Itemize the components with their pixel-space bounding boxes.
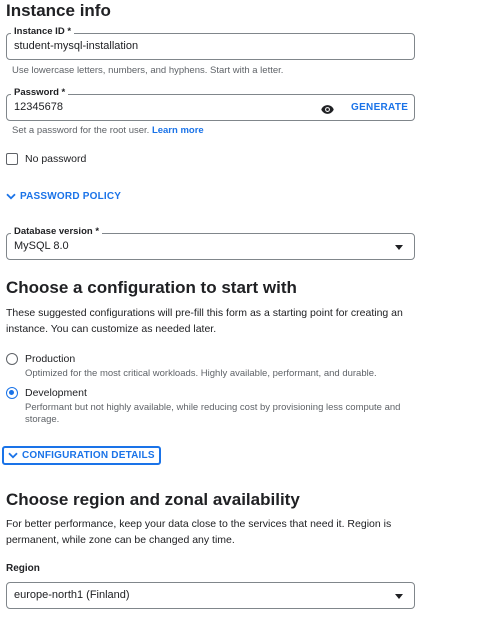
configuration-title: Choose a configuration to start with	[6, 278, 297, 297]
development-description: Performant but not highly available, whi…	[25, 402, 401, 425]
password-policy-expander[interactable]: PASSWORD POLICY	[6, 191, 121, 202]
region-value: europe-north1 (Finland)	[14, 589, 130, 601]
instance-info-title: Instance info	[6, 1, 111, 20]
instance-id-value[interactable]: student-mysql-installation	[14, 40, 138, 52]
configuration-description: These suggested configurations will pre-…	[6, 307, 403, 335]
region-select[interactable]: europe-north1 (Finland)	[6, 582, 415, 609]
development-label[interactable]: Development	[25, 387, 87, 399]
password-policy-label: PASSWORD POLICY	[20, 191, 122, 202]
database-version-value: MySQL 8.0	[14, 240, 69, 252]
password-label: Password *	[11, 86, 69, 100]
no-password-label[interactable]: No password	[25, 153, 86, 165]
no-password-checkbox[interactable]	[6, 153, 18, 165]
production-label[interactable]: Production	[25, 353, 75, 365]
database-version-label: Database version *	[11, 225, 103, 239]
instance-id-label: Instance ID *	[11, 25, 75, 39]
production-description: Optimized for the most critical workload…	[25, 368, 377, 379]
password-hint-text: Set a password for the root user.	[12, 125, 150, 136]
dropdown-arrow-icon[interactable]	[395, 594, 403, 599]
chevron-down-icon	[8, 452, 18, 459]
region-label: Region	[6, 563, 40, 574]
dropdown-arrow-icon[interactable]	[395, 245, 403, 250]
configuration-details-expander[interactable]: CONFIGURATION DETAILS	[2, 446, 161, 465]
learn-more-link[interactable]: Learn more	[152, 125, 204, 136]
database-version-select[interactable]: Database version * MySQL 8.0	[6, 225, 415, 260]
eye-icon[interactable]	[321, 102, 334, 120]
instance-id-hint: Use lowercase letters, numbers, and hyph…	[12, 65, 284, 76]
configuration-details-label: CONFIGURATION DETAILS	[22, 450, 155, 461]
chevron-down-icon	[6, 193, 16, 200]
password-value[interactable]: 12345678	[14, 101, 63, 113]
region-title: Choose region and zonal availability	[6, 490, 300, 509]
instance-id-field[interactable]: Instance ID * student-mysql-installation	[6, 25, 415, 60]
development-radio[interactable]	[6, 387, 18, 399]
region-description: For better performance, keep your data c…	[6, 518, 392, 546]
password-hint: Set a password for the root user. Learn …	[12, 125, 204, 136]
generate-button[interactable]: GENERATE	[351, 102, 408, 113]
production-radio[interactable]	[6, 353, 18, 365]
password-field[interactable]: Password * 12345678 GENERATE	[6, 86, 415, 121]
